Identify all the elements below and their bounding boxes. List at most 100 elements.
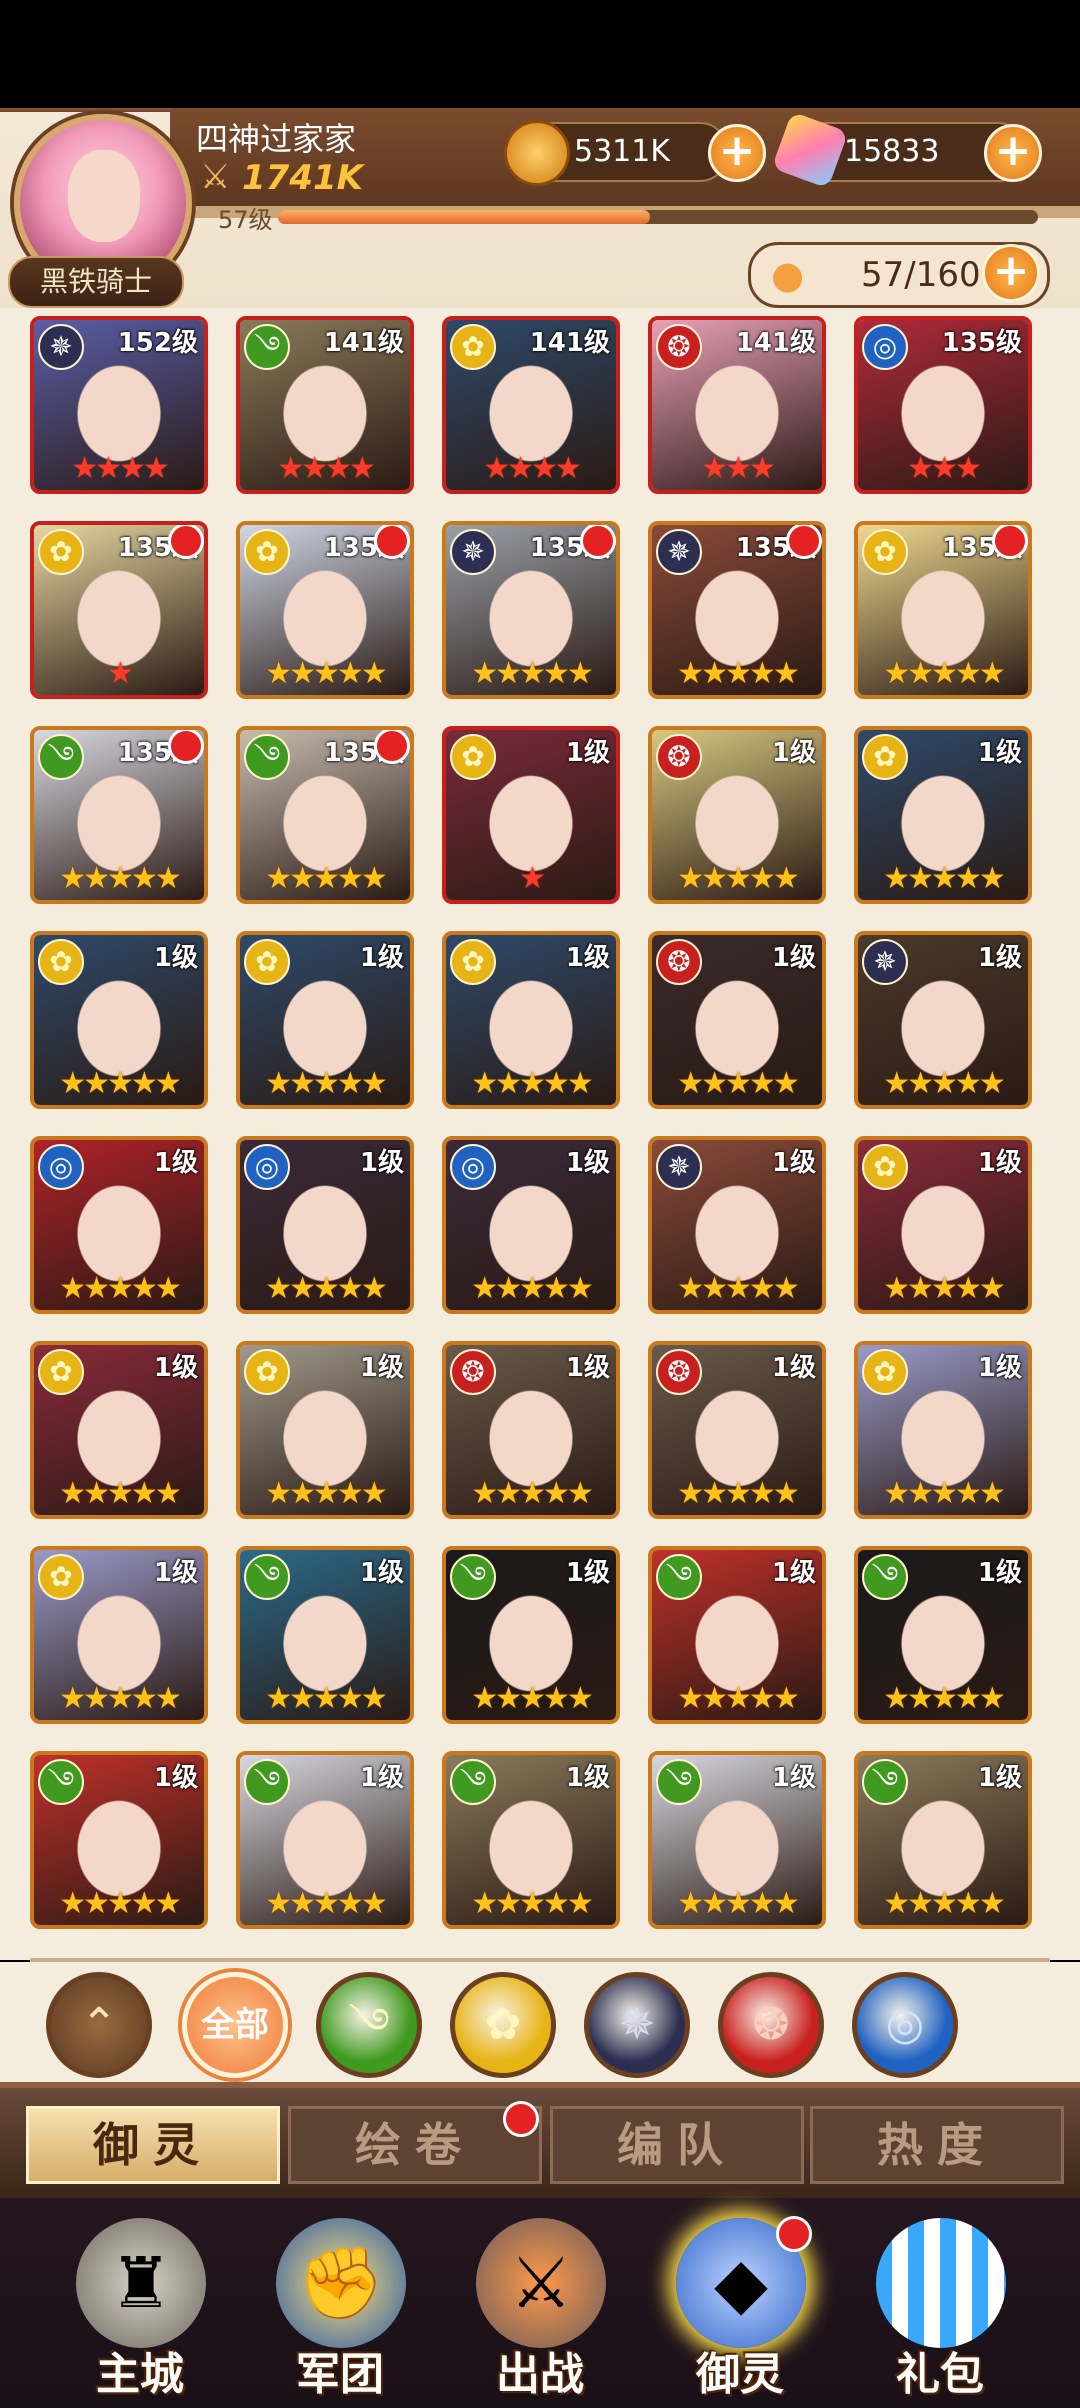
hero-star-rating: ★★★★★ [883, 861, 1005, 896]
hero-star-rating: ★★★★ [483, 451, 582, 486]
nav-main-city[interactable]: ♜ 主城 [40, 2192, 240, 2408]
hero-card[interactable]: ✵ 1级 ★★★★★ [648, 1136, 826, 1314]
hero-level: 1级 [771, 943, 816, 973]
hero-star-rating: ★ [107, 656, 134, 691]
hero-card[interactable]: ✿ 1级 ★★★★★ [236, 1341, 414, 1519]
tab-huijuan-label: 绘卷 [355, 2118, 475, 2172]
hero-card[interactable]: ✿ 1级 ★★★★★ [236, 931, 414, 1109]
hero-card[interactable]: ✿ 1级 ★★★★★ [442, 931, 620, 1109]
filter-shadow-icon[interactable]: ✵ [584, 1972, 690, 2078]
filter-light-icon[interactable]: ✿ [450, 1972, 556, 2078]
hero-card[interactable]: ❂ 1级 ★★★★★ [648, 1341, 826, 1519]
hero-card[interactable]: ❂ 1级 ★★★★★ [442, 1341, 620, 1519]
filter-water-icon[interactable]: ◎ [852, 1972, 958, 2078]
hero-card[interactable]: ◎ 1级 ★★★★★ [442, 1136, 620, 1314]
notification-dot [374, 525, 410, 559]
hero-card[interactable]: ࿓ 1级 ★★★★★ [30, 1751, 208, 1929]
hero-card[interactable]: ✵ 1级 ★★★★★ [854, 931, 1032, 1109]
hero-card[interactable]: ✵ 135级 ★★★★★ [648, 521, 826, 699]
hero-level: 1级 [565, 1558, 610, 1588]
player-power: 1741K [242, 158, 363, 198]
hero-card[interactable]: ✿ 1级 ★★★★★ [30, 931, 208, 1109]
hero-card[interactable]: ◎ 1级 ★★★★★ [30, 1136, 208, 1314]
light-element-icon: ✿ [450, 939, 496, 985]
tab-yuling[interactable]: 御灵 [26, 2106, 280, 2184]
hero-card[interactable]: ࿓ 1级 ★★★★★ [442, 1546, 620, 1724]
hero-card[interactable]: ࿓ 1级 ★★★★★ [236, 1546, 414, 1724]
hero-card[interactable]: ࿓ 1级 ★★★★★ [236, 1751, 414, 1929]
hero-star-rating: ★★★ [701, 451, 776, 486]
nav-yuling-label: 御灵 [696, 2349, 784, 2400]
hero-card[interactable]: ✿ 1级 ★★★★★ [854, 1341, 1032, 1519]
hero-card[interactable]: ✿ 1级 ★★★★★ [30, 1341, 208, 1519]
light-element-icon: ✿ [38, 1554, 84, 1600]
hero-card[interactable]: ࿓ 1级 ★★★★★ [442, 1751, 620, 1929]
hero-card[interactable]: ✿ 1级 ★★★★★ [30, 1546, 208, 1724]
add-capacity-button[interactable]: + [982, 244, 1040, 302]
wind-element-icon: ࿓ [656, 1759, 702, 1805]
hero-level: 1级 [771, 1558, 816, 1588]
nav-legion[interactable]: ✊ 军团 [240, 2192, 440, 2408]
tab-redu[interactable]: 热度 [810, 2106, 1064, 2184]
shadow-element-icon: ✵ [38, 324, 84, 370]
hero-card[interactable]: ࿓ 135级 ★★★★★ [30, 726, 208, 904]
light-element-icon: ✿ [862, 734, 908, 780]
wind-element-icon: ࿓ [656, 1554, 702, 1600]
nav-gift-pack[interactable]: 礼包 [840, 2192, 1040, 2408]
filter-all-button[interactable]: 全部 [182, 1972, 288, 2078]
status-bar [0, 0, 1080, 108]
hero-level: 1级 [359, 1763, 404, 1793]
gold-coin-icon [504, 120, 570, 186]
hero-level: 1级 [771, 1353, 816, 1383]
hero-card[interactable]: ✿ 1级 ★★★★★ [854, 1136, 1032, 1314]
hero-card[interactable]: ❂ 1级 ★★★★★ [648, 726, 826, 904]
hero-card[interactable]: ࿓ 1级 ★★★★★ [648, 1546, 826, 1724]
hero-card[interactable]: ࿓ 1级 ★★★★★ [648, 1751, 826, 1929]
element-filter-bar: ⌃ 全部 ࿓ ✿ ✵ ❂ ◎ [0, 1962, 1080, 2082]
fire-element-icon: ❂ [656, 324, 702, 370]
hero-star-rating: ★★★★★ [59, 1271, 181, 1306]
tab-huijuan[interactable]: 绘卷 [288, 2101, 542, 2184]
hero-card[interactable]: ✵ 152级 ★★★★ [30, 316, 208, 494]
hero-card[interactable]: ◎ 1级 ★★★★★ [236, 1136, 414, 1314]
hero-card[interactable]: ◎ 135级 ★★★ [854, 316, 1032, 494]
hero-card[interactable]: ✵ 135级 ★★★★★ [442, 521, 620, 699]
hero-star-rating: ★★★★★ [59, 1681, 181, 1716]
notification-dot [992, 525, 1028, 559]
hero-card[interactable]: ✿ 135级 ★ [30, 521, 208, 699]
hero-level: 1级 [977, 943, 1022, 973]
tab-biandui[interactable]: 编队 [550, 2106, 804, 2184]
hero-card[interactable]: ✿ 135级 ★★★★★ [854, 521, 1032, 699]
shadow-element-icon: ✵ [862, 939, 908, 985]
wind-element-icon: ࿓ [244, 1759, 290, 1805]
hero-star-rating: ★★★★★ [677, 1066, 799, 1101]
filter-wind-icon[interactable]: ࿓ [316, 1972, 422, 2078]
tab-redu-label: 热度 [877, 2118, 997, 2172]
hero-card[interactable]: ✿ 141级 ★★★★ [442, 316, 620, 494]
hero-star-rating: ★★★★★ [265, 656, 387, 691]
hero-card[interactable]: ࿓ 141级 ★★★★ [236, 316, 414, 494]
wind-element-icon: ࿓ [450, 1759, 496, 1805]
hero-card[interactable]: ࿓ 1级 ★★★★★ [854, 1546, 1032, 1724]
filter-fire-icon[interactable]: ❂ [718, 1972, 824, 2078]
hero-level: 1级 [565, 1353, 610, 1383]
notification-dot [580, 525, 616, 559]
add-gem-button[interactable]: + [984, 124, 1042, 182]
hero-card[interactable]: ❂ 1级 ★★★★★ [648, 931, 826, 1109]
crossed-swords-icon: ⚔ [200, 157, 231, 197]
hero-level: 1级 [153, 1763, 198, 1793]
hero-card[interactable]: ✿ 1级 ★ [442, 726, 620, 904]
chevron-up-icon[interactable]: ⌃ [46, 1972, 152, 2078]
player-header: 黑铁骑士 四神过家家 ⚔ 1741K 57级 5311K + 15833 + ●… [0, 108, 1080, 308]
nav-yuling[interactable]: ◆ 御灵 [640, 2192, 840, 2408]
hero-card[interactable]: ✿ 1级 ★★★★★ [854, 726, 1032, 904]
hero-card[interactable]: ࿓ 135级 ★★★★★ [236, 726, 414, 904]
hero-card[interactable]: ✿ 135级 ★★★★★ [236, 521, 414, 699]
notification-dot [503, 2101, 539, 2137]
hero-card[interactable]: ࿓ 1级 ★★★★★ [854, 1751, 1032, 1929]
nav-battle[interactable]: ⚔ 出战 [440, 2192, 640, 2408]
hero-card[interactable]: ❂ 141级 ★★★ [648, 316, 826, 494]
water-element-icon: ◎ [38, 1144, 84, 1190]
gold-counter: 5311K [504, 120, 728, 186]
add-gold-button[interactable]: + [708, 124, 766, 182]
